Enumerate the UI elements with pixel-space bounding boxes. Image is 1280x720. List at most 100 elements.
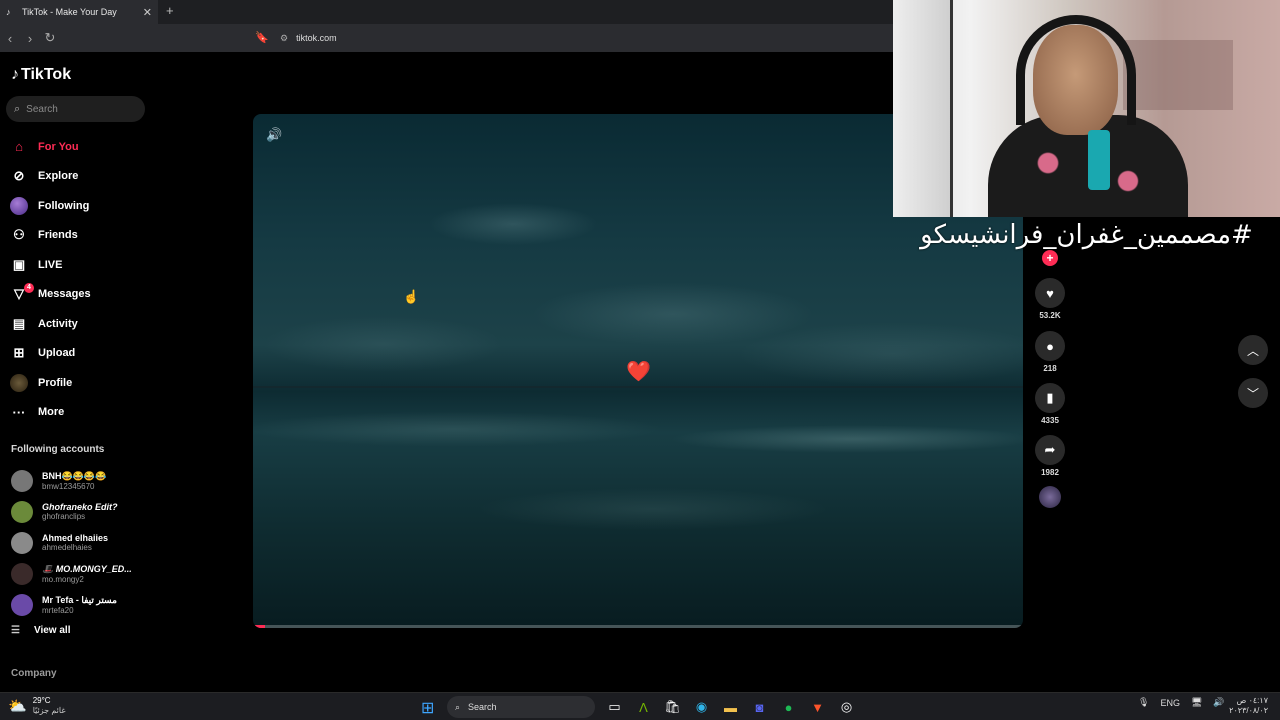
webcam-door: [893, 0, 953, 217]
nav-label: Messages: [38, 288, 91, 301]
nav-activity[interactable]: ▤ Activity: [10, 309, 155, 339]
previous-video-button[interactable]: ︿: [1238, 335, 1268, 365]
bookmark-icon[interactable]: 🔖: [255, 31, 269, 44]
microphone-tray-icon[interactable]: 🎙: [1138, 697, 1149, 708]
site-info-icon[interactable]: ⚙: [280, 33, 288, 44]
forward-icon[interactable]: ›: [20, 31, 40, 46]
nav-label: Activity: [38, 317, 78, 330]
music-disc-icon[interactable]: [1039, 486, 1061, 508]
profile-icon: [10, 373, 28, 392]
clock[interactable]: ٠٤:١٧ ص ٢٠٢٣/٠٨/٠٢: [1228, 696, 1268, 716]
avatar: [11, 531, 33, 554]
weather-widget[interactable]: ⛅ 29°C غائم جزئيًا: [8, 696, 66, 716]
account-username: mo.mongy2: [42, 574, 84, 584]
account-item[interactable]: Ghofraneko Edit? ghofranclips: [11, 496, 156, 527]
avatar-icon: [10, 196, 28, 215]
compass-icon: ⊘: [13, 168, 25, 184]
close-tab-icon[interactable]: ✕: [143, 6, 152, 19]
clock-time: ٠٤:١٧ ص: [1236, 696, 1268, 705]
system-tray: 🎙 ENG 🖥 🔊: [1138, 697, 1236, 708]
nav-live[interactable]: ▣ LIVE: [10, 250, 155, 280]
new-tab-icon[interactable]: +: [166, 3, 174, 18]
comment-count: 218: [1043, 364, 1057, 373]
language-indicator[interactable]: ENG: [1160, 698, 1180, 708]
browser-tab[interactable]: ♪ TikTok - Make Your Day ✕: [0, 0, 158, 24]
nav-for-you[interactable]: ⌂ For You: [10, 132, 155, 162]
taskbar-apps: ▭ Λ 🛍 ◉ ▬ ◙ ● ▼ ◎: [600, 696, 861, 718]
url-text: tiktok.com: [296, 33, 337, 43]
account-name: BNH😂😂😂😂: [42, 470, 107, 481]
nav-friends[interactable]: ⚇ Friends: [10, 221, 155, 251]
search-placeholder: Search: [26, 103, 58, 115]
comment-button[interactable]: ● 218: [1033, 331, 1067, 373]
chevron-up-icon: ︿: [1246, 343, 1259, 358]
video-progress-fill: [253, 625, 265, 628]
logo-text: TikTok: [21, 66, 72, 83]
nav-profile[interactable]: Profile: [10, 368, 155, 398]
reload-icon[interactable]: ↻: [40, 30, 60, 46]
weather-condition: غائم جزئيًا: [32, 706, 66, 715]
save-count: 4335: [1041, 416, 1059, 425]
account-name: Ghofraneko Edit?: [42, 502, 118, 512]
upload-icon: ⊞: [13, 345, 25, 361]
search-input[interactable]: ⌕ Search: [6, 96, 145, 122]
tiktok-favicon-icon: ♪: [6, 7, 11, 17]
like-count: 53.2K: [1039, 311, 1061, 320]
back-icon[interactable]: ‹: [0, 31, 20, 46]
edge-icon[interactable]: ◉: [687, 696, 716, 718]
task-view-icon[interactable]: ▭: [600, 696, 629, 718]
account-item[interactable]: BNH😂😂😂😂 bmw12345670: [11, 465, 156, 496]
video-horizon: [253, 386, 1023, 388]
company-link[interactable]: Company: [11, 668, 57, 679]
nav-following[interactable]: Following: [10, 191, 155, 221]
video-waves: [253, 399, 1023, 628]
avatar: [11, 593, 33, 616]
tab-title: TikTok - Make Your Day: [22, 7, 117, 17]
microphone-icon: [1088, 130, 1110, 190]
account-item[interactable]: Ahmed elhaiies ahmedelhaies: [11, 527, 156, 558]
store-icon[interactable]: 🛍: [658, 696, 687, 718]
spotify-icon[interactable]: ●: [774, 696, 803, 718]
nav-label: More: [38, 406, 65, 419]
next-video-button[interactable]: ﹀: [1238, 378, 1268, 408]
file-explorer-icon[interactable]: ▬: [716, 696, 745, 718]
discord-icon[interactable]: ◙: [745, 696, 774, 718]
nav-label: For You: [38, 140, 79, 153]
avatar: [11, 469, 33, 492]
comment-icon: ●: [1035, 331, 1065, 361]
url-field[interactable]: ⚙ tiktok.com: [280, 29, 337, 47]
account-item[interactable]: 🎩 MO.MONGY_ED... mo.mongy2: [11, 558, 156, 589]
avatar: [11, 562, 33, 585]
volume-tray-icon[interactable]: 🔊: [1213, 697, 1224, 708]
volume-icon[interactable]: 🔊: [266, 127, 282, 143]
account-username: ghofranclips: [42, 512, 86, 521]
video-progress-bar[interactable]: [253, 625, 1023, 628]
more-icon: ···: [12, 404, 26, 420]
nav-explore[interactable]: ⊘ Explore: [10, 162, 155, 192]
activity-icon: ▤: [12, 315, 26, 331]
nvidia-icon[interactable]: Λ: [629, 696, 658, 718]
share-icon: ➦: [1035, 435, 1065, 465]
share-button[interactable]: ➦ 1982: [1033, 435, 1067, 477]
headset-icon: [1016, 15, 1136, 125]
nav-label: Friends: [38, 229, 78, 242]
account-item[interactable]: Mr Tefa - مستر تيفا mrtefa20: [11, 589, 156, 620]
nav-messages[interactable]: ▽ 4 Messages: [10, 280, 155, 310]
tiktok-note-icon: ♪: [11, 66, 19, 83]
save-button[interactable]: ▮ 4335: [1033, 383, 1067, 425]
nav-label: Upload: [38, 347, 76, 360]
account-username: ahmedelhaies: [42, 543, 92, 552]
windows-start-icon[interactable]: ⊞: [421, 698, 434, 718]
tiktok-logo[interactable]: ♪ TikTok: [11, 66, 71, 84]
nav-upload[interactable]: ⊞ Upload: [10, 339, 155, 369]
brave-icon[interactable]: ▼: [803, 696, 832, 718]
view-all-button[interactable]: ☰ View all: [11, 625, 70, 636]
taskbar-search[interactable]: ⌕ Search: [447, 696, 595, 718]
obs-icon[interactable]: ◎: [832, 696, 861, 718]
account-username: mrtefa20: [42, 605, 74, 615]
network-icon[interactable]: 🖥: [1191, 697, 1202, 708]
like-button[interactable]: ♥ 53.2K: [1033, 278, 1067, 320]
avatar: [11, 500, 33, 523]
nav-more[interactable]: ··· More: [10, 398, 155, 428]
follow-button[interactable]: +: [1042, 250, 1058, 266]
